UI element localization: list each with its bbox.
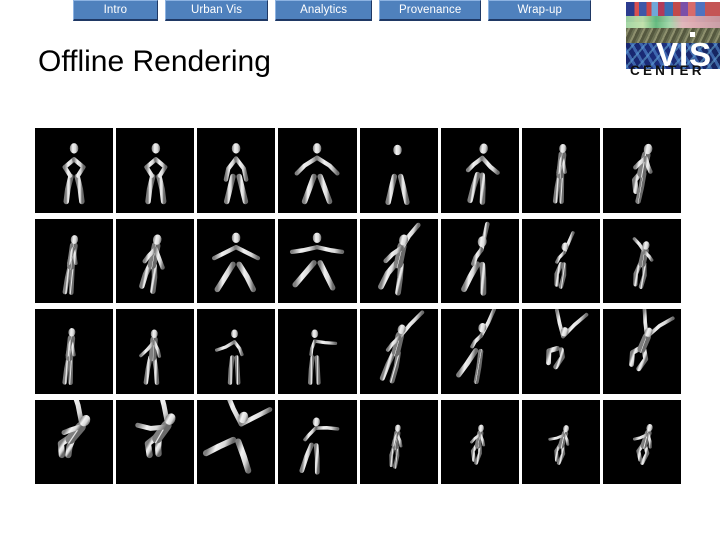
frame-cell — [197, 309, 276, 394]
rendered-figure — [360, 128, 438, 213]
frame-cell — [521, 309, 600, 394]
rendered-figure — [603, 309, 681, 394]
rendered-figure — [278, 400, 356, 485]
rendered-figure — [441, 400, 519, 485]
rendered-figure — [603, 400, 681, 485]
nav-tab-intro[interactable]: Intro — [73, 0, 158, 21]
nav-tab-wrap-up[interactable]: Wrap-up — [488, 0, 591, 21]
rendered-figure — [278, 128, 356, 213]
rendered-figure — [35, 128, 113, 213]
frame-cell — [278, 309, 357, 394]
rendered-figure — [197, 219, 275, 304]
rendered-figure — [522, 219, 600, 304]
frame-cell — [440, 399, 519, 485]
rendered-figure — [197, 399, 275, 485]
slide-title: Offline Rendering — [38, 45, 271, 78]
logo-secondary-text: CENTER — [630, 63, 705, 78]
frame-cell — [197, 128, 276, 213]
rendered-figure — [116, 399, 194, 485]
rendered-figure — [603, 128, 681, 213]
rendered-figure — [197, 309, 275, 394]
rendered-figure — [441, 128, 519, 213]
frame-cell — [521, 128, 600, 213]
rendered-frame-grid — [35, 128, 681, 484]
frame-cell — [359, 399, 438, 485]
nav-tab-provenance[interactable]: Provenance — [378, 0, 482, 21]
rendered-figure — [116, 309, 194, 394]
frame-cell — [359, 218, 438, 304]
frame-cell — [602, 128, 681, 213]
frame-cell — [35, 309, 114, 394]
frame-cell — [116, 218, 195, 304]
frame-cell — [440, 128, 519, 213]
frame-cell — [440, 309, 519, 394]
rendered-figure — [360, 309, 438, 394]
frame-cell — [602, 399, 681, 485]
frame-cell — [521, 399, 600, 485]
rendered-figure — [35, 399, 113, 485]
rendered-figure — [522, 309, 600, 394]
frame-cell — [521, 218, 600, 304]
frame-cell — [440, 218, 519, 304]
frame-cell — [359, 309, 438, 394]
rendered-figure — [360, 400, 438, 485]
rendered-figure — [35, 309, 113, 394]
frame-cell — [197, 218, 276, 304]
frame-cell — [35, 128, 114, 213]
rendered-figure — [603, 219, 681, 304]
frame-cell — [197, 399, 276, 485]
frame-cell — [35, 218, 114, 304]
rendered-figure — [441, 219, 519, 304]
frame-cell — [116, 309, 195, 394]
rendered-figure — [116, 219, 194, 304]
frame-cell — [278, 399, 357, 485]
frame-cell — [278, 218, 357, 304]
frame-cell — [116, 128, 195, 213]
slide-canvas: Intro Urban Vis Analytics Provenance Wra… — [0, 0, 720, 540]
rendered-figure — [35, 219, 113, 304]
rendered-figure — [522, 400, 600, 485]
rendered-figure — [116, 128, 194, 213]
rendered-figure — [197, 128, 275, 213]
nav-tab-urban-vis[interactable]: Urban Vis — [164, 0, 269, 21]
frame-cell — [602, 218, 681, 304]
frame-cell — [116, 399, 195, 485]
rendered-figure — [278, 219, 356, 304]
rendered-figure — [278, 309, 356, 394]
frame-cell — [359, 128, 438, 213]
vis-center-logo: VIS CENTER — [620, 2, 720, 82]
nav-tab-analytics[interactable]: Analytics — [275, 0, 372, 21]
navigation-tab-bar: Intro Urban Vis Analytics Provenance Wra… — [73, 0, 591, 21]
frame-cell — [278, 128, 357, 213]
frame-cell — [35, 399, 114, 485]
rendered-figure — [360, 219, 438, 304]
rendered-figure — [441, 309, 519, 394]
frame-cell — [602, 309, 681, 394]
rendered-figure — [522, 128, 600, 213]
